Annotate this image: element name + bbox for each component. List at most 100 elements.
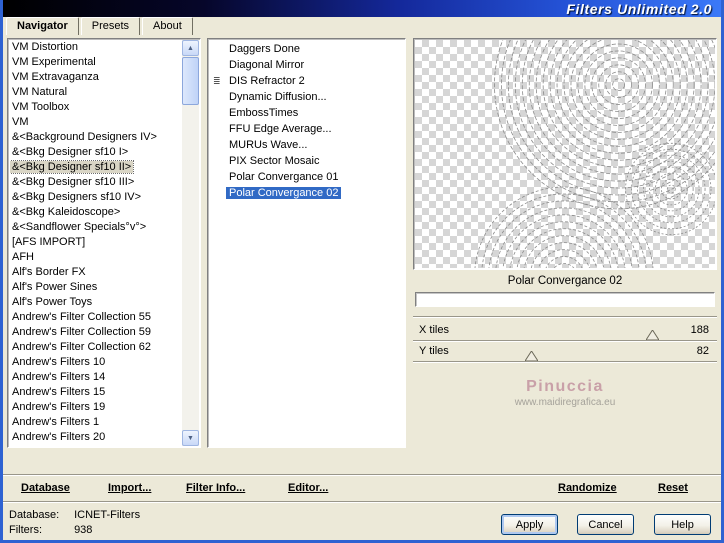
- status-database-label: Database:: [9, 509, 60, 521]
- category-list-item-label: [AFS IMPORT]: [12, 236, 86, 248]
- filter-list-item-label: Polar Convergance 02: [226, 187, 342, 199]
- category-list-item-label: &<Bkg Designers sf10 IV>: [12, 191, 142, 203]
- tab-about[interactable]: About: [142, 17, 193, 35]
- watermark: Pinuccia www.maidiregrafica.eu: [413, 378, 717, 408]
- filter-list-item-label: DIS Refractor 2: [229, 75, 305, 87]
- category-list-item[interactable]: VM Distortion: [10, 40, 181, 55]
- category-list-item[interactable]: &<Bkg Designers sf10 IV>: [10, 190, 181, 205]
- help-button[interactable]: Help: [654, 514, 711, 535]
- category-list-item[interactable]: Alf's Power Sines: [10, 280, 181, 295]
- filter-rows: Daggers Done Diagonal Mirror ≣ DIS Refracto…: [212, 41, 403, 201]
- watermark-name: Pinuccia: [526, 378, 604, 395]
- tab-presets[interactable]: Presets: [80, 17, 141, 35]
- category-list-item-label: AFH: [12, 251, 34, 263]
- preview-caption: Polar Convergance 02: [507, 275, 623, 287]
- slider-thumb[interactable]: [523, 350, 539, 362]
- category-list-item-label: &<Bkg Designer sf10 III>: [12, 176, 135, 188]
- category-listbox[interactable]: VM Distortion VM Experimental VM Extravaga…: [7, 38, 201, 448]
- status-filters: Filters: 938: [9, 524, 92, 536]
- scroll-down-arrow-icon[interactable]: ▼: [182, 430, 199, 446]
- category-list-item[interactable]: &<Bkg Designer sf10 II>: [10, 160, 181, 175]
- param-label: Y tiles: [419, 345, 449, 357]
- category-list-item[interactable]: Andrew's Filters 20: [10, 430, 181, 445]
- category-list-item-label: Andrew's Filter Collection 55: [12, 311, 152, 323]
- category-list-item[interactable]: [AFS IMPORT]: [10, 235, 181, 250]
- preview-progressbar: [415, 292, 715, 307]
- category-list-item[interactable]: VM Extravaganza: [10, 70, 181, 85]
- category-list-item[interactable]: VM Toolbox: [10, 100, 181, 115]
- filter-list-item-label: MURUs Wave...: [229, 139, 308, 151]
- param-row-y-tiles: Y tiles 82: [413, 341, 717, 362]
- category-list-item[interactable]: &<Bkg Kaleidoscope>: [10, 205, 181, 220]
- filter-list-item[interactable]: MURUs Wave...: [212, 137, 403, 153]
- bottom-toolbar: Database Import... Filter Info... Editor…: [3, 474, 721, 501]
- category-list-item[interactable]: AFH: [10, 250, 181, 265]
- category-list-item[interactable]: &<Background Designers IV>: [10, 130, 181, 145]
- category-list-item[interactable]: VM: [10, 115, 181, 130]
- import-button[interactable]: Import...: [108, 482, 151, 494]
- filter-list-item[interactable]: Daggers Done: [212, 41, 403, 57]
- filter-list-item[interactable]: EmbossTimes: [212, 105, 403, 121]
- category-list-item[interactable]: Andrew's Filters 15: [10, 385, 181, 400]
- category-rows: VM Distortion VM Experimental VM Extravaga…: [10, 40, 181, 445]
- scrollbar-thumb[interactable]: [182, 57, 199, 105]
- filter-list-item[interactable]: Polar Convergance 01: [212, 169, 403, 185]
- filter-info-button[interactable]: Filter Info...: [186, 482, 245, 494]
- editor-button[interactable]: Editor...: [288, 482, 328, 494]
- slider-thumb[interactable]: [645, 329, 661, 341]
- filter-list-item[interactable]: Diagonal Mirror: [212, 57, 403, 73]
- category-list-item[interactable]: Andrew's Filters 14: [10, 370, 181, 385]
- category-list-item[interactable]: &<Bkg Designer sf10 III>: [10, 175, 181, 190]
- separator-line: [413, 316, 717, 318]
- stack-icon: ≣: [213, 76, 221, 86]
- window-title: Filters Unlimited 2.0: [566, 0, 712, 17]
- category-list-item-label: VM Natural: [12, 86, 68, 98]
- filter-list-item[interactable]: FFU Edge Average...: [212, 121, 403, 137]
- category-list-item[interactable]: VM Experimental: [10, 55, 181, 70]
- filter-list-item-label: Dynamic Diffusion...: [229, 91, 327, 103]
- filter-list-item[interactable]: Dynamic Diffusion...: [212, 89, 403, 105]
- category-list-item[interactable]: &<Sandflower Specials°v°>: [10, 220, 181, 235]
- category-list-item[interactable]: Andrew's Filter Collection 62: [10, 340, 181, 355]
- category-scrollbar[interactable]: ▲ ▼: [182, 40, 199, 446]
- category-list-item-label: VM Distortion: [12, 41, 79, 53]
- filter-list-item[interactable]: Polar Convergance 02: [212, 185, 403, 201]
- category-list-item[interactable]: Andrew's Filter Collection 55: [10, 310, 181, 325]
- category-list-item[interactable]: VM Natural: [10, 85, 181, 100]
- watermark-url: www.maidiregrafica.eu: [514, 397, 616, 408]
- category-list-item[interactable]: Alf's Power Toys: [10, 295, 181, 310]
- randomize-button[interactable]: Randomize: [558, 482, 617, 494]
- category-list-item-label: &<Bkg Designer sf10 I>: [12, 146, 129, 158]
- filter-list-item-label: Polar Convergance 01: [229, 171, 339, 183]
- database-button[interactable]: Database: [21, 482, 70, 494]
- filter-list-item[interactable]: PIX Sector Mosaic: [212, 153, 403, 169]
- category-list-item[interactable]: Andrew's Filters 10: [10, 355, 181, 370]
- category-list-item-label: Alf's Power Toys: [12, 296, 93, 308]
- apply-button[interactable]: Apply: [501, 514, 558, 535]
- category-list-item-label: &<Bkg Kaleidoscope>: [12, 206, 121, 218]
- category-list-item-label: Andrew's Filters 19: [12, 401, 106, 413]
- reset-button[interactable]: Reset: [658, 482, 688, 494]
- status-filters-label: Filters:: [9, 524, 42, 536]
- category-list-item-label: Andrew's Filters 20: [12, 431, 106, 443]
- param-label: X tiles: [419, 324, 449, 336]
- category-list-item-label: Andrew's Filters 14: [12, 371, 106, 383]
- category-list-item-label: &<Background Designers IV>: [12, 131, 157, 143]
- category-list-item[interactable]: Andrew's Filters 1: [10, 415, 181, 430]
- title-bar[interactable]: Filters Unlimited 2.0: [3, 0, 721, 17]
- category-list-item-label: Alf's Border FX: [12, 266, 86, 278]
- category-list-item[interactable]: &<Bkg Designer sf10 I>: [10, 145, 181, 160]
- category-list-item-label: VM: [12, 116, 29, 128]
- category-list-item-label: Andrew's Filters 15: [12, 386, 106, 398]
- category-list-item[interactable]: Andrew's Filters 19: [10, 400, 181, 415]
- filter-list-item-label: PIX Sector Mosaic: [229, 155, 320, 167]
- tab-navigator[interactable]: Navigator: [6, 17, 79, 35]
- category-list-item[interactable]: Andrew's Filter Collection 59: [10, 325, 181, 340]
- filter-list-item[interactable]: ≣ DIS Refractor 2: [212, 73, 403, 89]
- filter-listbox[interactable]: Daggers Done Diagonal Mirror ≣ DIS Refracto…: [207, 38, 406, 448]
- preview-image[interactable]: [413, 38, 717, 270]
- param-value: 82: [696, 345, 709, 357]
- cancel-button[interactable]: Cancel: [577, 514, 634, 535]
- scroll-up-arrow-icon[interactable]: ▲: [182, 40, 199, 56]
- category-list-item[interactable]: Alf's Border FX: [10, 265, 181, 280]
